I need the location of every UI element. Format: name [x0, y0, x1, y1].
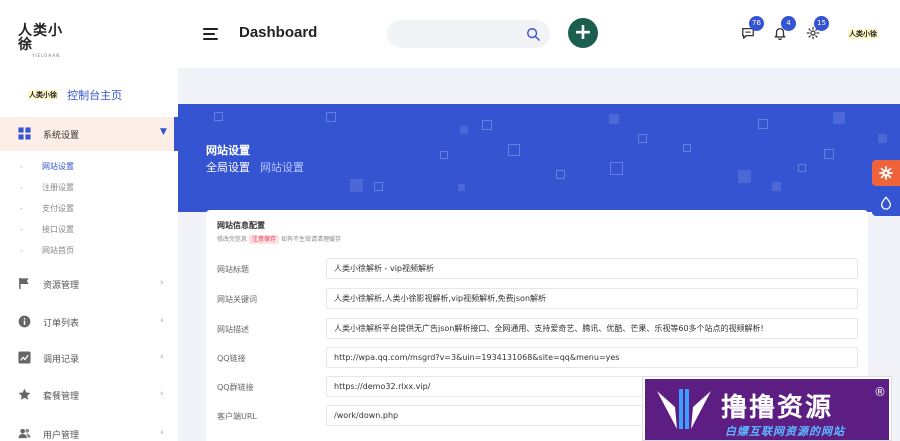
submenu-label: 注册设置 — [42, 183, 74, 192]
flag-icon — [19, 277, 29, 290]
chevron-right-icon: › — [160, 352, 164, 362]
hint-text: 修改完信息 — [217, 236, 248, 243]
notifications-button[interactable]: 4 — [773, 16, 796, 41]
search-icon[interactable] — [526, 27, 540, 41]
sidebar-item-label: 资源管理 — [43, 281, 80, 291]
grid-icon — [18, 127, 31, 140]
field-label: 网站描述 — [217, 325, 249, 334]
sidebar-item-resources[interactable]: 资源管理 › — [0, 267, 178, 301]
sidebar-brand-mini: 人类小徐 — [28, 89, 58, 99]
submenu-label: 支付设置 — [42, 204, 74, 213]
watermark-logo-icon — [657, 389, 711, 429]
settings-badge: 15 — [814, 16, 829, 31]
search-input[interactable] — [387, 20, 517, 48]
sidebar-item-label: 订单列表 — [43, 319, 80, 329]
field-label: 网站关键词 — [217, 295, 257, 304]
sidebar-home-link[interactable]: 人类小徐 控制台主页 — [28, 84, 123, 102]
brand-logo-subtext: YIELOHAN — [31, 53, 61, 58]
theme-settings-button[interactable] — [872, 160, 900, 186]
field-label: QQ链接 — [217, 354, 246, 363]
user-avatar[interactable]: 人类小徐 — [848, 29, 878, 39]
watermark-badge: 撸撸资源 ® 白嫖互联网资源的网站 — [642, 376, 892, 441]
submenu-item-site-settings[interactable]: - 网站设置 — [20, 161, 74, 175]
menu-toggle-icon[interactable] — [203, 28, 218, 40]
site-description-input[interactable]: 人类小徐解析平台提供无广告json解析接口、全网通用、支持爱奇艺、腾讯、优酷、芒… — [326, 318, 858, 339]
chevron-right-icon: › — [160, 278, 164, 288]
hint-text: 如有不生效请清理缓存 — [281, 236, 342, 243]
messages-badge: 76 — [749, 16, 764, 31]
site-title-input[interactable]: 人类小徐解析 - vip视频解析 — [326, 258, 858, 279]
sidebar-item-call-records[interactable]: 调用记录 › — [0, 341, 178, 375]
chevron-down-icon: ▼ — [160, 127, 167, 137]
sidebar-item-label: 调用记录 — [43, 355, 80, 365]
field-label: QQ群链接 — [217, 383, 254, 392]
chevron-right-icon: › — [160, 316, 164, 326]
breadcrumb-site-settings: 网站设置 — [260, 161, 304, 174]
chevron-right-icon: › — [160, 389, 164, 399]
field-label: 客户端URL — [217, 412, 257, 421]
page-title: Dashboard — [239, 24, 318, 41]
sidebar-item-users[interactable]: 用户管理 › — [0, 417, 178, 441]
submenu-item-api-settings[interactable]: - 接口设置 — [20, 224, 74, 238]
notifications-badge: 4 — [781, 16, 796, 31]
watermark-subtitle: 白嫖互联网资源的网站 — [725, 425, 845, 438]
color-mode-button[interactable] — [872, 190, 900, 216]
section-hint: 修改完信息 注意保存 如有不生效请清理缓存 — [217, 234, 342, 244]
search-box — [387, 20, 550, 48]
watermark-title: 撸撸资源 — [721, 393, 834, 423]
star-icon — [18, 388, 31, 400]
registered-mark: ® — [874, 385, 886, 399]
sidebar-item-packages[interactable]: 套餐管理 › — [0, 378, 178, 412]
brand-logo-text: 人类小徐 — [18, 23, 63, 53]
page-banner: 网站设置 全局设置 网站设置 — [178, 104, 900, 212]
info-icon — [18, 315, 31, 328]
sidebar: 人类小徐 控制台主页 系统设置 ▼ - 网站设置 - 注册设置 - 支付设置 - 接口设… — [0, 68, 178, 441]
submenu-label: 网站设置 — [42, 162, 74, 171]
submenu-item-register-settings[interactable]: - 注册设置 — [20, 182, 74, 196]
chevron-right-icon: › — [160, 428, 164, 438]
sidebar-item-label: 用户管理 — [43, 431, 80, 441]
gear-icon — [879, 166, 893, 180]
hint-save-tag: 注意保存 — [249, 235, 280, 244]
breadcrumb-global-settings[interactable]: 全局设置 — [206, 159, 250, 175]
site-keywords-input[interactable]: 人类小徐解析,人类小徐影视解析,vip视频解析,免费json解析 — [326, 288, 858, 309]
submenu-label: 网站首页 — [42, 246, 74, 255]
sidebar-item-label: 套餐管理 — [43, 392, 80, 402]
sidebar-item-label: 系统设置 — [43, 131, 80, 141]
settings-button[interactable]: 15 — [806, 16, 829, 41]
banner-title: 网站设置 — [206, 144, 250, 157]
sidebar-home-label: 控制台主页 — [67, 88, 123, 102]
chart-icon — [18, 351, 31, 364]
droplet-icon — [880, 196, 892, 210]
field-label: 网站标题 — [217, 265, 249, 274]
messages-button[interactable]: 76 — [741, 16, 764, 41]
submenu-item-payment-settings[interactable]: - 支付设置 — [20, 203, 74, 217]
submenu-label: 接口设置 — [42, 225, 74, 234]
section-title: 网站信息配置 — [217, 221, 265, 230]
add-button[interactable]: + — [568, 18, 598, 48]
users-icon — [18, 428, 31, 439]
sidebar-item-system-settings[interactable]: 系统设置 ▼ — [0, 117, 178, 151]
top-header: 人类小徐 YIELOHAN Dashboard + 76 4 15 人类小徐 — [0, 0, 900, 68]
brand-logo[interactable]: 人类小徐 YIELOHAN — [18, 24, 74, 58]
qq-link-input[interactable]: http://wpa.qq.com/msgrd?v=3&uin=19341310… — [326, 347, 858, 368]
submenu-item-site-home[interactable]: - 网站首页 — [20, 245, 74, 259]
sidebar-item-orders[interactable]: 订单列表 › — [0, 305, 178, 339]
